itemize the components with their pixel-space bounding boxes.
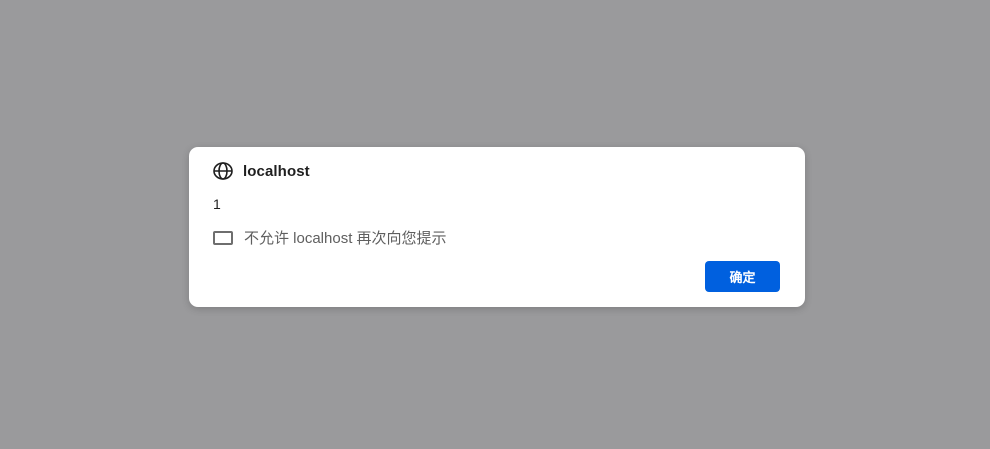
dialog-header: localhost [213, 162, 310, 180]
dialog-title: localhost [243, 162, 310, 180]
suppress-prompts-option[interactable]: 不允许 localhost 再次向您提示 [213, 227, 447, 248]
suppress-prompts-label: 不允许 localhost 再次向您提示 [244, 230, 447, 247]
ok-button[interactable]: 确定 [705, 261, 780, 292]
alert-dialog: localhost 1 不允许 localhost 再次向您提示 确定 [189, 147, 805, 307]
suppress-prompts-checkbox[interactable] [213, 230, 233, 245]
globe-icon [213, 162, 235, 180]
dialog-message: 1 [213, 196, 221, 212]
